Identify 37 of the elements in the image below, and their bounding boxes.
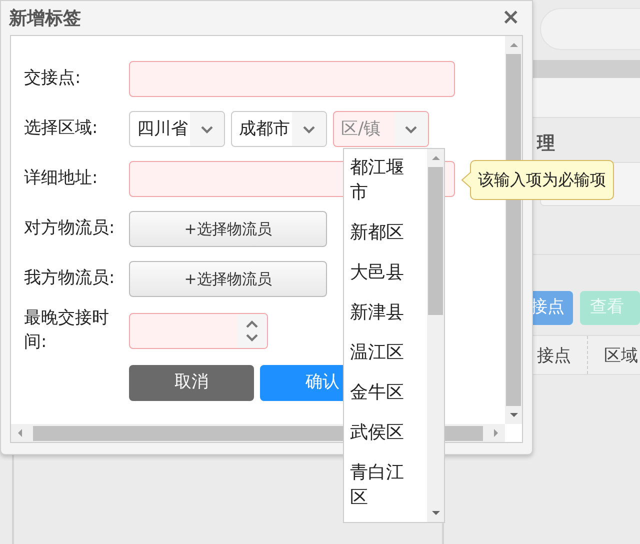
section-title: 理 — [536, 132, 556, 156]
scroll-up-icon[interactable] — [508, 41, 518, 49]
scroll-down-icon[interactable] — [508, 411, 518, 419]
chevron-down-icon — [200, 124, 214, 134]
dropdown-item[interactable]: 新津县 — [350, 300, 414, 325]
chevron-up-icon — [245, 320, 259, 329]
chevron-down-icon — [404, 124, 418, 134]
scrollbar[interactable] — [427, 149, 444, 522]
chevron-down-icon — [302, 124, 316, 134]
tooltip-pointer — [461, 172, 471, 188]
scroll-left-icon[interactable] — [16, 428, 24, 438]
select-button[interactable]: +选择物流员 — [129, 261, 327, 297]
dropdown-item[interactable]: 武侯区 — [350, 420, 414, 445]
tooltip: 该输入项为必输项 — [470, 160, 614, 200]
column-header: 区域 — [603, 345, 638, 368]
select-button[interactable]: +选择物流员 — [129, 211, 327, 247]
field-label: 最晚交接时间: — [24, 307, 110, 354]
select-field[interactable]: 四川省 — [129, 111, 225, 147]
field-label: 对方物流员: — [24, 217, 116, 240]
dropdown-item[interactable]: 新都区 — [350, 220, 414, 245]
close-button[interactable]: × — [498, 7, 524, 29]
field-label: 详细地址: — [24, 167, 99, 190]
dropdown-item[interactable]: 温江区 — [350, 340, 414, 365]
chevron-down-icon — [245, 332, 259, 342]
cancel-button[interactable]: 取消 — [129, 364, 254, 401]
dropdown-item[interactable]: 大邑县 — [350, 260, 414, 285]
time-field[interactable] — [129, 312, 268, 349]
scroll-down-icon[interactable] — [430, 509, 440, 517]
field-label: 交接点: — [24, 67, 82, 90]
scroll-right-icon[interactable] — [492, 428, 500, 438]
field-label: 我方物流员: — [24, 267, 116, 290]
dropdown-item[interactable]: 青白江区 — [350, 460, 414, 510]
dropdown-item[interactable]: 都江堰市 — [350, 155, 414, 205]
text-field[interactable] — [129, 61, 455, 97]
select-field[interactable]: 成都市 — [231, 111, 327, 147]
field-label: 选择区域: — [24, 117, 99, 140]
dialog-title: 新增标签 — [9, 6, 81, 30]
